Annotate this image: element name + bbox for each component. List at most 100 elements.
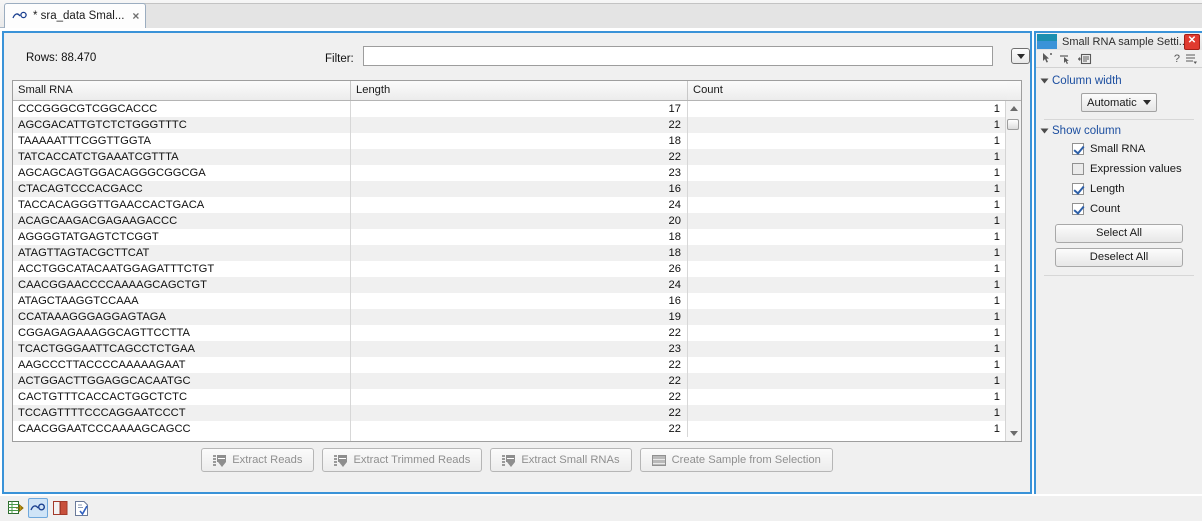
close-icon[interactable]: ✕ (1184, 33, 1200, 50)
cell-length: 19 (351, 309, 688, 325)
column-width-select[interactable]: Automatic (1081, 93, 1157, 112)
checkbox-checked-icon[interactable] (1072, 143, 1084, 155)
cell-small-rna: TACCACAGGGTTGAACCACTGACA (13, 197, 351, 213)
cell-small-rna (13, 437, 351, 441)
table-row[interactable]: CAACGGAACCCCAAAAGCAGCTGT 24 1 (13, 277, 1006, 293)
cell-small-rna: AAGCCCTTACCCCAAAAAGAAT (13, 357, 351, 373)
table-row[interactable]: TCCAGTTTTCCCAGGAATCCCT 22 1 (13, 405, 1006, 421)
settings-panel: Small RNA sample Setti... ✕ ? Column wid… (1034, 31, 1202, 494)
checkbox-checked-icon[interactable] (1072, 203, 1084, 215)
cell-length: 22 (351, 325, 688, 341)
cell-small-rna: CGGAGAGAAAGGCAGTTCCTTA (13, 325, 351, 341)
scroll-up-button[interactable] (1006, 101, 1021, 116)
cell-count: 1 (993, 279, 1000, 291)
table-row[interactable]: ACCTGGCATACAATGGAGATTTCTGT 26 1 (13, 261, 1006, 277)
cell-count: 1 (993, 183, 1000, 195)
cell-count: 1 (993, 359, 1000, 371)
cell-small-rna: TCACTGGGAATTCAGCCTCTGAA (13, 341, 351, 357)
checkbox-row-expression-values[interactable]: Expression values (1036, 159, 1202, 179)
section-column-width[interactable]: Column width (1036, 73, 1202, 89)
checkbox-row-small-rna[interactable]: Small RNA (1036, 139, 1202, 159)
table-row[interactable]: ATAGTTAGTACGCTTCAT 18 1 (13, 245, 1006, 261)
table-row[interactable]: AAGCCCTTACCCCAAAAAGAAT 22 1 (13, 357, 1006, 373)
table-row[interactable]: CTACAGTCCCACGACC 16 1 (13, 181, 1006, 197)
action-button-extract-reads[interactable]: Extract Reads (201, 448, 315, 472)
filter-options-button[interactable] (1011, 48, 1030, 64)
cell-count: 1 (993, 295, 1000, 307)
table-row[interactable]: TCACTGGGAATTCAGCCTCTGAA 23 1 (13, 341, 1006, 357)
table-vertical-scrollbar[interactable] (1005, 101, 1021, 441)
chevron-down-icon (1040, 78, 1049, 84)
table-row[interactable]: CACTGTTTCACCACTGGCTCTC 22 1 (13, 389, 1006, 405)
checkbox-unchecked-icon[interactable] (1072, 163, 1084, 175)
select-all-button[interactable]: Select All (1055, 224, 1183, 243)
cell-length: 18 (351, 229, 688, 245)
book-view-icon[interactable] (50, 498, 70, 518)
action-button-extract-trimmed-reads[interactable]: Extract Trimmed Reads (322, 448, 483, 472)
cell-count: 1 (993, 151, 1000, 163)
cell-small-rna: ACCTGGCATACAATGGAGATTTCTGT (13, 261, 351, 277)
checkbox-label: Count (1090, 203, 1121, 215)
table-row[interactable]: TATCACCATCTGAAATCGTTTA 22 1 (13, 149, 1006, 165)
column-width-value: Automatic (1087, 96, 1137, 109)
scroll-down-button[interactable] (1006, 426, 1021, 441)
report-view-icon[interactable] (72, 498, 92, 518)
tab-sra-data[interactable]: * sra_data Smal... × (4, 3, 147, 28)
pointer-drag-icon[interactable] (1059, 52, 1073, 65)
table-row[interactable]: TAAAAATTTCGGTTGGTA 18 1 (13, 133, 1006, 149)
deselect-all-button[interactable]: Deselect All (1055, 248, 1183, 267)
checkbox-row-count[interactable]: Count (1036, 199, 1202, 219)
cell-length: 22 (351, 421, 688, 437)
list-menu-icon[interactable] (1185, 52, 1198, 65)
action-button-create-sample-from-selection[interactable]: Create Sample from Selection (639, 448, 833, 472)
checkbox-checked-icon[interactable] (1072, 183, 1084, 195)
filter-input[interactable] (363, 46, 993, 66)
table-row[interactable]: ACTGGACTTGGAGGCACAATGC 22 1 (13, 373, 1006, 389)
small-rna-view-icon[interactable] (28, 498, 48, 518)
table-row[interactable]: CCATAAAGGGAGGAGTAGA 19 1 (13, 309, 1006, 325)
settings-divider-bottom (1044, 275, 1194, 276)
cell-count: 1 (993, 199, 1000, 211)
cell-count: 1 (993, 119, 1000, 131)
section-show-column[interactable]: Show column (1036, 123, 1202, 139)
caret-down-icon (1143, 100, 1151, 105)
table-row[interactable]: TACCACAGGGTTGAACCACTGACA 24 1 (13, 197, 1006, 213)
column-header-length[interactable]: Length (351, 81, 688, 100)
checkbox-row-length[interactable]: Length (1036, 179, 1202, 199)
table-row[interactable]: ACAGCAAGACGAGAAGACCC 20 1 (13, 213, 1006, 229)
caret-down-icon (1016, 53, 1025, 59)
table-row[interactable]: AGCAGCAGTGGACAGGGCGGCGA 23 1 (13, 165, 1006, 181)
row-count-label: Rows: 88.470 (26, 52, 97, 64)
table-row[interactable]: CAACGGAATCCCAAAAGCAGCC 22 1 (13, 421, 1006, 437)
small-rna-table-view: Rows: 88.470 Filter: Small RNA Length Co… (2, 31, 1032, 494)
cell-count: 1 (993, 263, 1000, 275)
cell-length: 22 (351, 149, 688, 165)
cell-small-rna: AGCAGCAGTGGACAGGGCGGCGA (13, 165, 351, 181)
action-button-extract-small-rnas[interactable]: Extract Small RNAs (490, 448, 632, 472)
cell-small-rna: TAAAAATTTCGGTTGGTA (13, 133, 351, 149)
cell-length: 17 (351, 101, 688, 117)
table-row[interactable]: CCCGGGCGTCGGCACCC 17 1 (13, 101, 1006, 117)
table-view-icon[interactable] (6, 498, 26, 518)
scrollbar-thumb[interactable] (1007, 119, 1019, 130)
extract-icon (213, 454, 227, 467)
tab-close-button[interactable]: × (132, 10, 139, 22)
cell-length: 26 (351, 261, 688, 277)
checkbox-label: Expression values (1090, 163, 1182, 175)
column-header-small-rna[interactable]: Small RNA (13, 81, 351, 100)
table-row[interactable]: AGGGGTATGAGTCTCGGT 18 1 (13, 229, 1006, 245)
cell-length: 23 (351, 165, 688, 181)
table-row[interactable]: ATAGCTAAGGTCCAAA 16 1 (13, 293, 1006, 309)
cell-count: 1 (993, 167, 1000, 179)
help-button[interactable]: ? (1174, 53, 1180, 65)
table-row-partial[interactable] (13, 437, 1006, 441)
table-row[interactable]: CGGAGAGAAAGGCAGTTCCTTA 22 1 (13, 325, 1006, 341)
copy-settings-icon[interactable] (1077, 52, 1092, 65)
table-row[interactable]: AGCGACATTGTCTCTGGGTTTC 22 1 (13, 117, 1006, 133)
cell-small-rna: CAACGGAACCCCAAAAGCAGCTGT (13, 277, 351, 293)
pointer-icon[interactable] (1040, 52, 1054, 65)
section-show-column-label: Show column (1052, 125, 1122, 137)
triangle-up-icon (1009, 106, 1018, 111)
column-header-count[interactable]: Count (688, 81, 1007, 100)
show-column-checkbox-list: Small RNA Expression values Length Count (1036, 139, 1202, 219)
